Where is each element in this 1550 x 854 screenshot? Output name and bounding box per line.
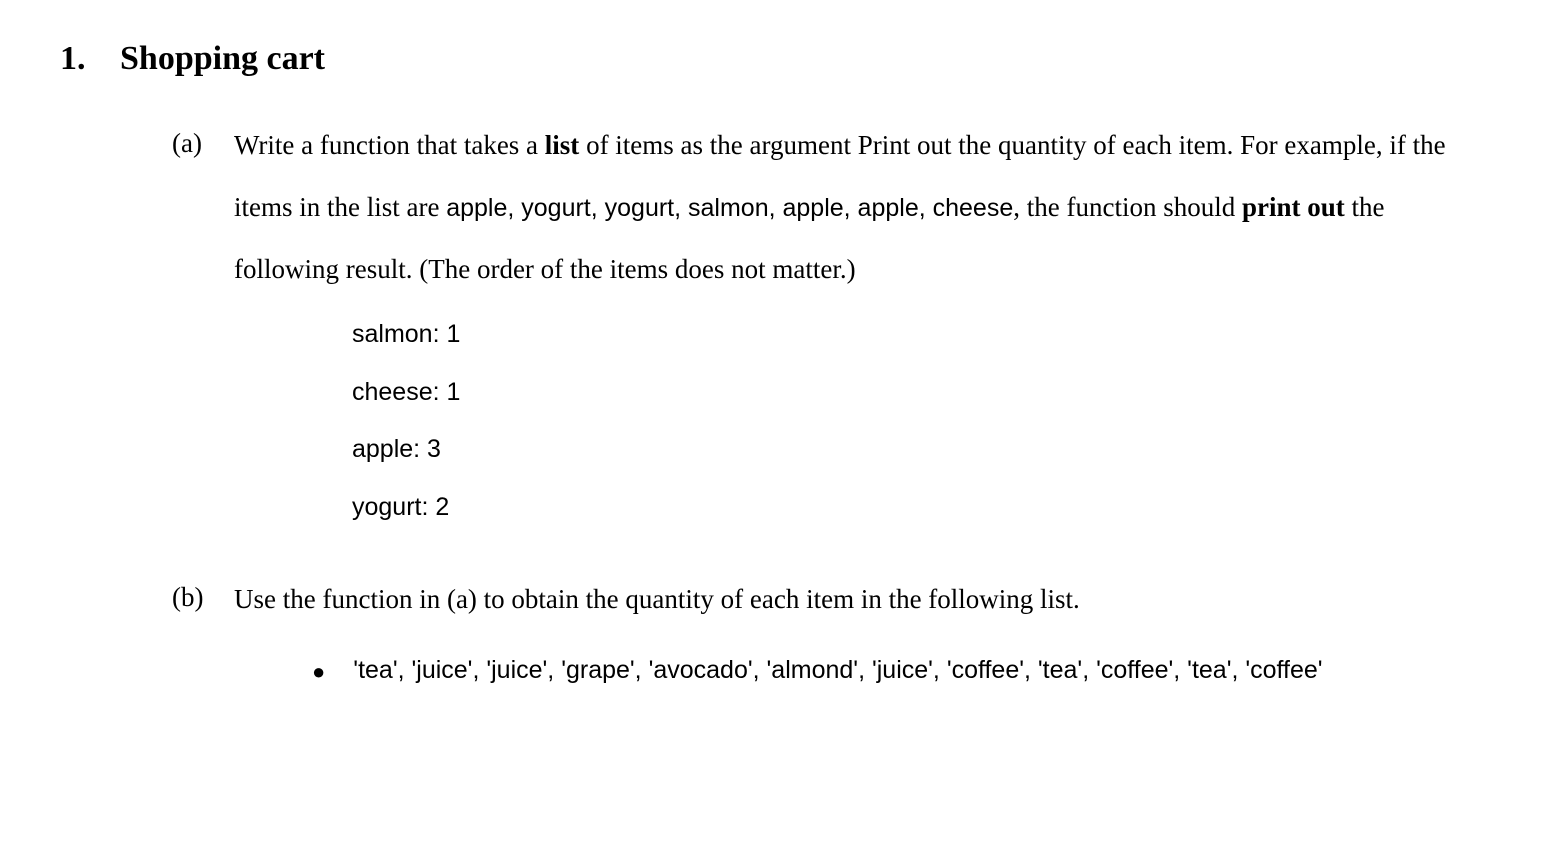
mono-items-example: apple, yogurt, yogurt, salmon, apple, ap… — [446, 194, 1013, 222]
bold-list: list — [545, 130, 580, 160]
enum-label-a: (a) — [172, 114, 212, 556]
output-line: salmon: 1 — [352, 306, 1490, 364]
bullet-text: 'tea', 'juice', 'juice', 'grape', 'avoca… — [353, 640, 1490, 700]
enum-body-b: Use the function in (a) to obtain the qu… — [234, 568, 1490, 700]
enum-item-a: (a) Write a function that takes a list o… — [172, 114, 1490, 556]
output-line: apple: 3 — [352, 421, 1490, 479]
enum-label-b: (b) — [172, 568, 212, 700]
output-line: cheese: 1 — [352, 364, 1490, 422]
text-a-1: Write a function that takes a — [234, 130, 545, 160]
output-line: yogurt: 2 — [352, 479, 1490, 537]
bullet-list: ● 'tea', 'juice', 'juice', 'grape', 'avo… — [312, 640, 1490, 700]
text-a-3: , the function should — [1013, 192, 1242, 222]
bullet-item: ● 'tea', 'juice', 'juice', 'grape', 'avo… — [312, 640, 1490, 700]
enum-list: (a) Write a function that takes a list o… — [172, 114, 1490, 700]
text-b: Use the function in (a) to obtain the qu… — [234, 584, 1080, 614]
bullet-icon: ● — [312, 640, 325, 699]
enum-item-b: (b) Use the function in (a) to obtain th… — [172, 568, 1490, 700]
output-block: salmon: 1 cheese: 1 apple: 3 yogurt: 2 — [352, 306, 1490, 536]
bold-printout: print out — [1242, 192, 1345, 222]
problem-number: 1. — [60, 40, 104, 78]
problem-title: Shopping cart — [120, 40, 325, 78]
enum-body-a: Write a function that takes a list of it… — [234, 114, 1490, 556]
problem-heading: 1. Shopping cart — [60, 40, 1490, 78]
